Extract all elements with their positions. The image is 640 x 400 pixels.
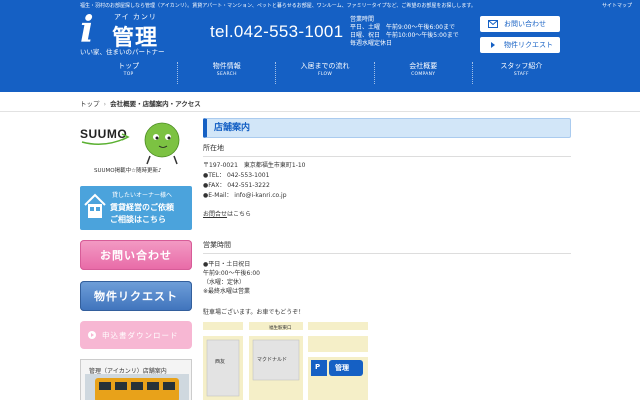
site-header: 福生・羽村のお部屋探しなら管理（アイカンリ）。賃貸アパート・マンション、ペットと… (0, 0, 640, 92)
store-photo (85, 374, 189, 400)
owner-line2: 賃貸経営のご依頼 (110, 203, 174, 212)
map-label-shop: 西友 (215, 359, 226, 365)
nav-item-top[interactable]: トップ TOP (80, 62, 177, 84)
nav-label: 物件情報 (212, 62, 241, 70)
section-title: 店舗案内 (203, 118, 571, 138)
global-nav: トップ TOP 物件情報 SEARCH 入居までの流れ FLOW 会社概要 CO… (80, 62, 570, 84)
mail-icon (488, 20, 498, 28)
hours-line: （水曜：定休） (203, 279, 246, 286)
suumo-mascot-icon (81, 122, 180, 165)
breadcrumb-current: 会社概要・店舗案内・アクセス (110, 100, 201, 108)
owner-line1: 貸したいオーナー様へ (112, 192, 173, 199)
address-tel: ●TEL： 042-553-1001 (203, 172, 270, 179)
map-label-shop: マクドナルド (257, 357, 288, 363)
address-postal: 〒197-0021 東京都福生市東町1-10 (203, 162, 306, 169)
header-tagline: 福生・羽村のお部屋探しなら管理（アイカンリ）。賃貸アパート・マンション、ペットと… (80, 3, 476, 9)
access-map: 福生駅東口 マクドナルド 西友 P 管理 (203, 322, 368, 400)
sitemap-link[interactable]: サイトマップ (602, 2, 632, 9)
inquiry-suffix: はこちら (227, 211, 252, 218)
site-logo[interactable]: i アイ カンリ 管理 いい家、住まいのパートナー (80, 9, 190, 56)
inquiry-line: お問合せはこちら (203, 210, 251, 219)
hours-holiday: 日曜、祝日 午前10:00〜午後5:00まで (350, 32, 459, 39)
house-icon (84, 193, 106, 218)
nav-sublabel: TOP (123, 72, 134, 77)
header-request-label: 物件リクエスト (504, 41, 553, 49)
parking-icon: P (315, 363, 321, 371)
sidebar-contact-button[interactable]: お問い合わせ (80, 240, 192, 270)
header-request-button[interactable]: 物件リクエスト (480, 37, 560, 53)
hours-line: 午前9:00〜午後6:00 (203, 270, 260, 277)
store-guide-banner[interactable]: 管理（アイカンリ）店舗案内 (80, 359, 192, 400)
chevron-right-icon: › (103, 100, 107, 108)
hours-closed: 毎週水曜定休日 (350, 40, 393, 47)
nav-item-flow[interactable]: 入居までの流れ FLOW (275, 62, 373, 84)
header-contact-label: お問い合わせ (504, 20, 546, 28)
address-heading: 所在地 (203, 143, 571, 157)
breadcrumb: トップ › 会社概要・店舗案内・アクセス (80, 98, 201, 108)
nav-sublabel: FLOW (317, 72, 333, 77)
map-store-marker: 管理 (335, 364, 349, 372)
address-email: ●E-Mail： info@i-kanri.co.jp (203, 192, 287, 199)
sidebar-request-button[interactable]: 物件リクエスト (80, 281, 192, 311)
inquiry-link[interactable]: お問合せ (203, 211, 227, 218)
nav-label: スタッフ紹介 (500, 62, 543, 70)
address-fax: ●FAX： 042-551-3222 (203, 182, 270, 189)
hours-line: ※最終水曜は営業 (203, 288, 251, 295)
logo-i-mark: i (80, 9, 94, 51)
nav-item-company[interactable]: 会社概要 COMPANY (373, 62, 472, 84)
hours-weekday: 平日、土曜 午前9:00〜午後6:00まで (350, 24, 455, 31)
header-contact-button[interactable]: お問い合わせ (480, 16, 560, 32)
nav-label: 入居までの流れ (300, 62, 350, 70)
nav-label: 会社概要 (409, 62, 438, 70)
parking-note: 駐車場ございます。お車でもどうぞ！ (203, 309, 305, 316)
suumo-caption: SUUMO掲載中☆随時更新♪ (94, 168, 162, 174)
nav-sublabel: STAFF (513, 72, 529, 77)
nav-item-search[interactable]: 物件情報 SEARCH (177, 62, 275, 84)
hours-heading: 営業時間 (203, 240, 571, 254)
header-hours: 営業時間 平日、土曜 午前9:00〜午後6:00まで 日曜、祝日 午前10:00… (350, 16, 459, 48)
owner-line3: ご相談はこちら (110, 215, 166, 224)
hours-title: 営業時間 (350, 16, 375, 23)
nav-sublabel: COMPANY (411, 72, 436, 77)
breadcrumb-home[interactable]: トップ (80, 100, 100, 108)
header-phone: tel.042-553-1001 (210, 22, 344, 41)
arrow-right-icon (491, 42, 495, 48)
suumo-banner[interactable]: SUUMO SUUMO掲載中☆随時更新♪ (80, 118, 192, 178)
download-form-button[interactable]: 申込書ダウンロード (80, 321, 192, 349)
nav-item-staff[interactable]: スタッフ紹介 STAFF (471, 62, 570, 84)
nav-sublabel: SEARCH (216, 72, 237, 77)
owner-banner[interactable]: 貸したいオーナー様へ 賃貸経営のご依頼 ご相談はこちら (80, 186, 192, 230)
download-form-label: 申込書ダウンロード (102, 330, 179, 340)
map-label-station: 福生駅東口 (269, 326, 292, 331)
hours-line: ●平日・土日祝日 (203, 261, 251, 268)
play-circle-icon (88, 331, 96, 339)
logo-slogan: いい家、住まいのパートナー (80, 48, 165, 56)
breadcrumb-divider (0, 111, 640, 112)
nav-label: トップ (118, 62, 140, 70)
